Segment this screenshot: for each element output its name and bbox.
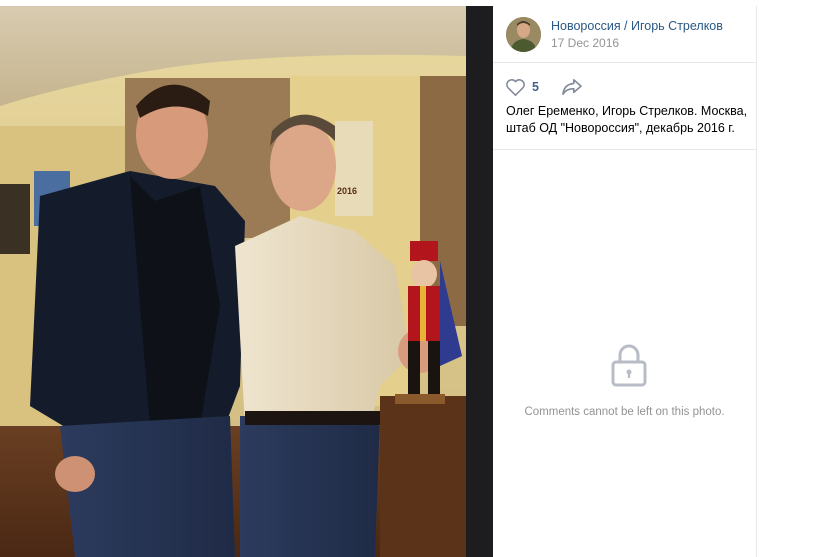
like-button[interactable]: 5 <box>505 76 545 98</box>
photo-image: 2016 <box>0 6 466 557</box>
divider <box>493 149 756 150</box>
caption-line-1: Олег Еременко, Игорь Стрелков. Москва, <box>506 104 748 118</box>
photo-side-panel: Новороссия / Игорь Стрелков 17 Dec 2016 … <box>493 6 757 557</box>
calendar-year-text: 2016 <box>337 186 357 196</box>
author-avatar[interactable] <box>506 17 541 52</box>
heart-icon <box>506 79 525 96</box>
share-arrow-icon <box>562 78 582 96</box>
share-button[interactable] <box>561 76 585 98</box>
post-actions: 5 <box>505 76 745 98</box>
photo-viewer-gutter <box>466 6 493 557</box>
comments-disabled-message: Comments cannot be left on this photo. <box>524 406 725 418</box>
post-header: Новороссия / Игорь Стрелков 17 Dec 2016 <box>493 6 756 63</box>
author-name-link[interactable]: Новороссия / Игорь Стрелков <box>551 19 723 33</box>
avatar-image <box>506 17 541 52</box>
lock-icon <box>611 343 647 387</box>
photo-caption: Олег Еременко, Игорь Стрелков. Москва, ш… <box>506 103 751 137</box>
photo[interactable]: 2016 <box>0 6 466 557</box>
caption-line-2: штаб ОД "Новороссия", декабрь 2016 г. <box>506 121 735 135</box>
photo-viewer: 2016 Новороссия / Игорь Стрелков 17 Dec … <box>0 6 757 557</box>
post-date[interactable]: 17 Dec 2016 <box>551 36 619 50</box>
like-count: 5 <box>532 80 539 94</box>
